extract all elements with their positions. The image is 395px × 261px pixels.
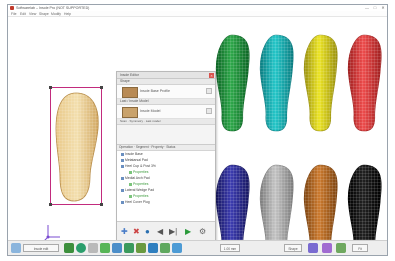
thickness-box[interactable]: 1.00 mm [220, 244, 240, 252]
mode-box[interactable]: Insole edit [23, 244, 59, 252]
model-options: Scan · Symmetry · Last model [117, 119, 215, 125]
option-last-model[interactable]: Last model [146, 119, 161, 123]
render-icon[interactable] [322, 243, 332, 253]
sphere-icon[interactable] [76, 243, 86, 253]
model-label: Insole Model [140, 109, 161, 113]
insole-editor-panel: Insole Editor × Shape Insole Base Profil… [116, 71, 216, 243]
insole-icon[interactable] [11, 243, 21, 253]
window-title: Softwarelab – Insole Pro (NOT SUPPORTED) [16, 5, 90, 10]
measure-icon[interactable] [172, 243, 182, 253]
insole-black[interactable] [347, 164, 382, 241]
tree-node-icon [121, 158, 124, 162]
row-options-button[interactable] [206, 88, 212, 94]
heel-icon[interactable] [136, 243, 146, 253]
insole-yellow[interactable] [303, 34, 338, 132]
settings-icon[interactable]: ⚙ [199, 228, 206, 236]
panel-toolbar: ✚ ✖ ● ◀ ▶| ▶ ⚙ [117, 221, 215, 242]
app-logo-icon [10, 6, 14, 10]
app-window: Softwarelab – Insole Pro (NOT SUPPORTED)… [7, 4, 388, 256]
panel-title: Insole Editor [120, 73, 139, 77]
tool-icon[interactable] [148, 243, 158, 253]
panel-close-button[interactable]: × [209, 72, 214, 78]
tree-node-icon [129, 182, 132, 186]
insole-green[interactable] [215, 34, 250, 132]
panel-header[interactable]: Insole Editor × [117, 72, 215, 79]
shape-box[interactable]: Shape [284, 244, 302, 252]
delete-icon[interactable]: ✖ [133, 228, 140, 236]
option-symmetry[interactable]: Symmetry [130, 119, 144, 123]
insole-silver[interactable] [259, 164, 294, 241]
insole-red[interactable] [347, 34, 382, 132]
tree-item-label: Properties [133, 194, 149, 198]
tree-node-icon [121, 164, 124, 168]
fit-box[interactable]: Fit [352, 244, 368, 252]
model-row[interactable]: Insole Model [117, 105, 215, 119]
insole-blue[interactable] [215, 164, 250, 241]
insole-thumbnail-icon [122, 87, 138, 98]
view-icon[interactable] [308, 243, 318, 253]
tree-node-icon [129, 170, 132, 174]
step-icon[interactable]: ▶| [169, 228, 177, 236]
tree-item-label: Metatarsal Pad [125, 158, 148, 162]
menu-view[interactable]: View [29, 12, 36, 16]
operations-tree: Operation · Segment · Property · Status … [117, 144, 215, 223]
tree-node-icon [121, 176, 124, 180]
menu-modify[interactable]: Modify [51, 12, 61, 16]
tree-node-icon [121, 188, 124, 192]
menu-help[interactable]: Help [64, 12, 71, 16]
play-icon[interactable]: ▶ [185, 228, 191, 236]
tree-item-label: Properties [133, 170, 149, 174]
tree-node-icon [121, 152, 124, 156]
tree-node-icon [129, 194, 132, 198]
mesh-icon[interactable] [88, 243, 98, 253]
export-icon[interactable] [336, 243, 346, 253]
screenshot-frame: Softwarelab – Insole Pro (NOT SUPPORTED)… [0, 0, 395, 261]
tree-item-label: Properties [133, 182, 149, 186]
tree-item-label: Insole Base [125, 152, 143, 156]
insole-thumbnail-icon [122, 107, 138, 118]
bottom-toolbar: Insole edit 1.00 mm Shape Fit [8, 240, 387, 255]
add-icon[interactable]: ✚ [121, 228, 128, 236]
insole-cyan[interactable] [259, 34, 294, 132]
row-options-button[interactable] [206, 108, 212, 114]
wedge-icon[interactable] [112, 243, 122, 253]
pad-icon[interactable] [100, 243, 110, 253]
menu-edit[interactable]: Edit [20, 12, 26, 16]
menu-shape[interactable]: Shape [39, 12, 49, 16]
insole-orange[interactable] [303, 164, 338, 241]
info-icon[interactable]: ● [145, 228, 150, 236]
tree-item-label: Heel Cover Plug [125, 200, 150, 204]
base-profile-row[interactable]: Insole Base Profile [117, 85, 215, 99]
tree-node-icon [121, 200, 124, 204]
tree-item-label: Heel Cup & Post 3% [125, 164, 156, 168]
tree-item-label: Medial Arch Pad [125, 176, 150, 180]
shape-green-icon[interactable] [64, 243, 74, 253]
option-scan[interactable]: Scan [120, 119, 127, 123]
viewport-3d[interactable]: Insole Editor × Shape Insole Base Profil… [8, 17, 387, 244]
tree-item-label: Lateral Wedge Pad [125, 188, 154, 192]
arch-icon[interactable] [124, 243, 134, 253]
menu-file[interactable]: File [11, 12, 16, 16]
play-reverse-icon[interactable]: ◀ [157, 228, 163, 236]
tree-item[interactable]: Heel Cover Plug [117, 199, 215, 205]
base-profile-label: Insole Base Profile [140, 89, 170, 93]
smooth-icon[interactable] [160, 243, 170, 253]
